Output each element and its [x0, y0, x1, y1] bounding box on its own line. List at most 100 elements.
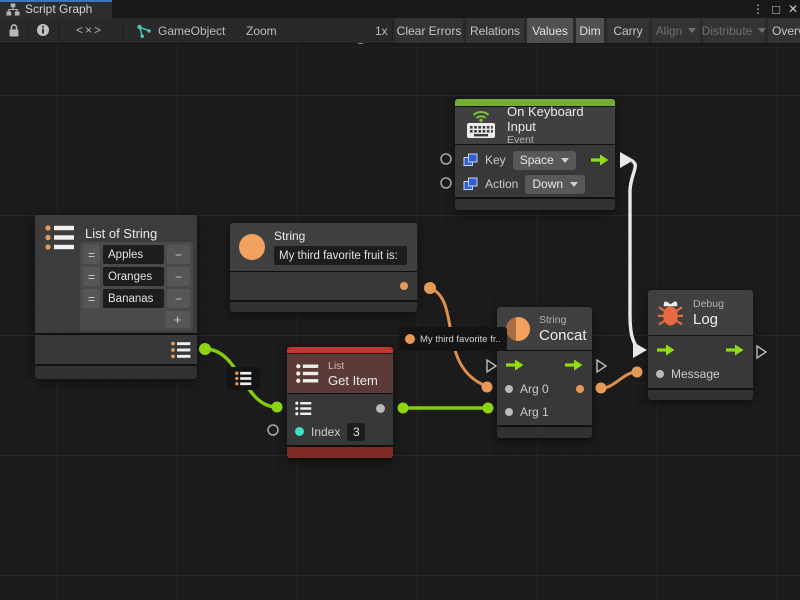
- node-footer: [497, 427, 592, 438]
- remove-item-button[interactable]: −: [167, 289, 190, 308]
- node-title: Log: [693, 311, 724, 328]
- list-item-input[interactable]: Bananas: [103, 289, 164, 308]
- toolbar-separator: [122, 21, 123, 40]
- tab-active-indicator: [0, 0, 112, 2]
- list-item-row: = Apples −: [83, 245, 190, 264]
- relations-button[interactable]: Relations: [466, 18, 524, 43]
- node-title: List of String: [85, 226, 157, 241]
- remove-item-button[interactable]: −: [167, 245, 190, 264]
- lock-icon[interactable]: [8, 23, 20, 38]
- zoom-label: Zoom: [246, 24, 277, 38]
- string-literal-node[interactable]: String My third favorite fruit is:: [230, 223, 417, 312]
- list-of-string-node[interactable]: List of String = Apples − = Oranges − = …: [35, 215, 197, 379]
- tab-title: Script Graph: [25, 2, 92, 16]
- tab-bar: Script Graph ⋮ □ ✕: [0, 0, 800, 18]
- gameobject-label: GameObject: [158, 24, 225, 38]
- arg0-input-port[interactable]: [505, 385, 513, 393]
- node-title: On Keyboard Input: [507, 104, 606, 134]
- flow-output-arrow-icon[interactable]: [725, 343, 745, 357]
- node-category: String: [539, 314, 587, 327]
- list-output-port-icon[interactable]: [171, 341, 191, 359]
- key-port-label: Key: [485, 153, 506, 167]
- node-footer: [648, 390, 753, 400]
- index-port-label: Index: [311, 425, 340, 439]
- drag-handle[interactable]: =: [83, 267, 100, 286]
- window-close-icon[interactable]: ✕: [785, 1, 800, 17]
- window-menu-icon[interactable]: ⋮: [750, 1, 766, 17]
- list-item-row: = Bananas −: [83, 289, 190, 308]
- node-title: Get Item: [328, 373, 378, 388]
- node-footer: [230, 302, 417, 312]
- string-value-input[interactable]: My third favorite fruit is:: [274, 246, 407, 265]
- action-binding-icon: [463, 177, 478, 191]
- list-items-editor: = Apples − = Oranges − = Bananas − +: [80, 242, 193, 331]
- toolbar-separator: [392, 21, 393, 40]
- flow-output-arrow-icon[interactable]: [590, 153, 610, 167]
- string-output-port[interactable]: [400, 282, 408, 290]
- list-type-icon: [45, 224, 75, 251]
- message-port-label: Message: [671, 367, 720, 381]
- remove-item-button[interactable]: −: [167, 267, 190, 286]
- drag-handle[interactable]: =: [83, 289, 100, 308]
- list-item-input[interactable]: Apples: [103, 245, 164, 264]
- code-view-icon[interactable]: <×>: [76, 23, 103, 37]
- node-subtitle: Event: [507, 134, 606, 147]
- key-binding-icon: [463, 153, 478, 167]
- on-keyboard-input-node[interactable]: On Keyboard Input Event Key Space: [455, 99, 615, 210]
- flow-input-arrow-icon[interactable]: [505, 358, 525, 372]
- node-category: List: [328, 360, 378, 373]
- tab-script-graph[interactable]: Script Graph: [0, 0, 112, 18]
- list-item-row: = Oranges −: [83, 267, 190, 286]
- node-title: Concat: [539, 327, 587, 344]
- list-item-input[interactable]: Oranges: [103, 267, 164, 286]
- debug-bug-icon: [657, 297, 684, 328]
- index-value-input[interactable]: 3: [347, 423, 365, 441]
- toolbar-separator: [27, 21, 28, 40]
- keyboard-event-icon: [464, 111, 498, 140]
- result-output-port[interactable]: [576, 385, 584, 393]
- gameobject-graph-icon: [136, 24, 152, 39]
- node-category: Debug: [693, 298, 724, 311]
- arg1-port-label: Arg 1: [520, 405, 549, 419]
- get-item-node[interactable]: List Get Item Index 3: [287, 347, 393, 458]
- graph-tab-icon: [6, 3, 20, 16]
- node-title: String: [274, 229, 408, 244]
- clear-errors-button[interactable]: Clear Errors: [395, 18, 463, 43]
- window-maximize-icon[interactable]: □: [768, 1, 784, 17]
- index-input-port[interactable]: [295, 427, 304, 436]
- add-item-button[interactable]: +: [165, 311, 190, 328]
- list-icon: [296, 363, 319, 384]
- zoom-value: 1x: [375, 24, 388, 38]
- carry-button[interactable]: Carry: [607, 18, 649, 43]
- concat-node[interactable]: String Concat: [497, 307, 592, 438]
- key-value-dropdown[interactable]: Space: [513, 151, 576, 170]
- align-dropdown-button[interactable]: Align: [652, 18, 700, 43]
- list-value-badge: [227, 367, 260, 390]
- arg1-input-port[interactable]: [505, 408, 513, 416]
- graph-toolbar: <×> GameObject Zoom 1x Clear Errors Rela…: [0, 18, 800, 44]
- debug-log-node[interactable]: Debug Log: [648, 290, 753, 400]
- string-type-icon: [239, 234, 265, 260]
- string-value-text: My third favorite fr...: [420, 334, 501, 345]
- string-value-badge: My third favorite fr...: [399, 327, 507, 351]
- action-value-dropdown[interactable]: Down: [525, 175, 585, 194]
- flow-input-arrow-icon[interactable]: [656, 343, 676, 357]
- drag-handle[interactable]: =: [83, 245, 100, 264]
- unity-script-graph-window: Script Graph ⋮ □ ✕ <×>: [0, 0, 800, 600]
- string-type-icon: [506, 317, 530, 341]
- list-input-port-icon[interactable]: [295, 401, 312, 416]
- action-port-label: Action: [485, 177, 518, 191]
- message-input-port[interactable]: [656, 370, 664, 378]
- string-value-dot: [405, 334, 415, 344]
- toolbar-separator: [58, 21, 59, 40]
- overview-button[interactable]: Overview: [768, 18, 800, 43]
- values-button[interactable]: Values: [527, 18, 573, 43]
- list-value-icon: [235, 371, 252, 386]
- item-output-port[interactable]: [376, 404, 385, 413]
- info-icon[interactable]: [36, 23, 50, 37]
- flow-output-arrow-icon[interactable]: [564, 358, 584, 372]
- arg0-port-label: Arg 0: [520, 382, 549, 396]
- distribute-dropdown-button[interactable]: Distribute: [703, 18, 765, 43]
- dim-button[interactable]: Dim: [576, 18, 604, 43]
- node-error-footer: [287, 447, 393, 458]
